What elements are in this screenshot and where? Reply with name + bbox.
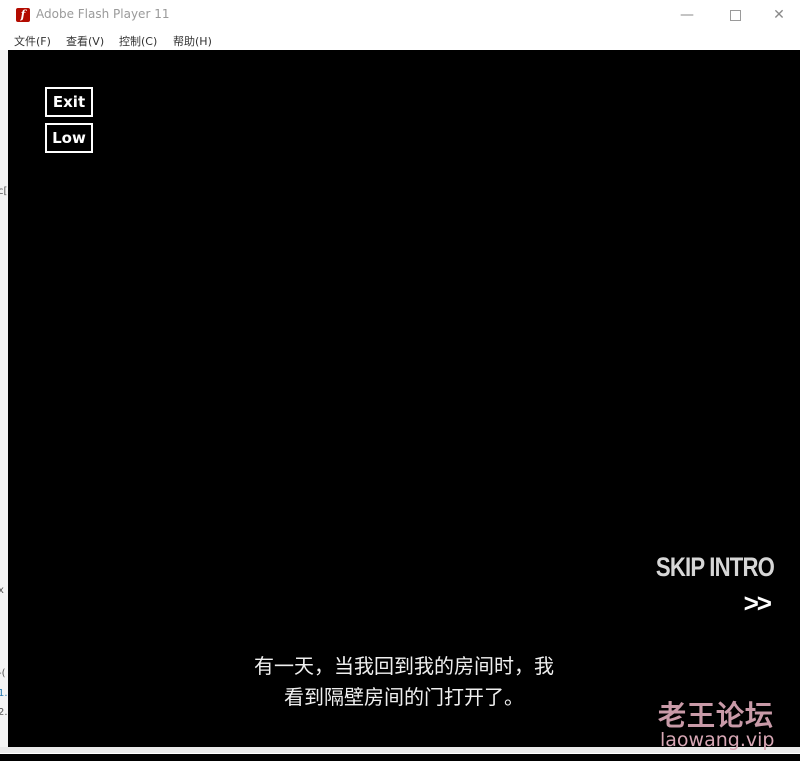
menu-bar: 文件(F) 查看(V) 控制(C) 帮助(H) xyxy=(0,30,800,50)
skip-intro-button[interactable]: SKIP INTRO xyxy=(656,552,775,583)
background-text-fragment: c[ xyxy=(0,186,8,197)
title-bar[interactable]: f Adobe Flash Player 11 — ✕ xyxy=(0,0,800,30)
minimize-button[interactable]: — xyxy=(664,0,710,30)
menu-file[interactable]: 文件(F) xyxy=(14,33,51,49)
maximize-icon xyxy=(729,9,741,21)
watermark-text: 老王论坛 xyxy=(658,699,775,732)
skip-arrows-icon[interactable]: >> xyxy=(744,588,772,619)
background-text-fragment: -( xyxy=(0,668,6,679)
low-quality-button[interactable]: Low xyxy=(45,123,93,153)
background-text-fragment: x xyxy=(0,585,4,596)
watermark-url: laowang.vip xyxy=(660,729,775,751)
background-text-fragment: i xyxy=(0,136,1,147)
menu-view[interactable]: 查看(V) xyxy=(66,33,104,49)
flash-app-icon: f xyxy=(16,8,30,22)
window-title: Adobe Flash Player 11 xyxy=(36,7,170,21)
flash-player-window: f Adobe Flash Player 11 — ✕ 文件(F) 查看(V) … xyxy=(0,0,800,754)
maximize-button[interactable] xyxy=(712,0,758,30)
flash-stage[interactable]: Exit Low SKIP INTRO >> 有一天，当我回到我的房间时，我 看… xyxy=(8,50,800,747)
background-window-edge: i c[ x -( 1. 2. xyxy=(0,50,8,747)
subtitle-line-1: 有一天，当我回到我的房间时，我 xyxy=(254,654,554,678)
menu-help[interactable]: 帮助(H) xyxy=(173,33,212,49)
close-button[interactable]: ✕ xyxy=(756,0,800,30)
exit-button[interactable]: Exit xyxy=(45,87,93,117)
menu-control[interactable]: 控制(C) xyxy=(119,33,157,49)
background-text-fragment: 2. xyxy=(0,707,8,718)
background-text-fragment: 1. xyxy=(0,688,8,699)
